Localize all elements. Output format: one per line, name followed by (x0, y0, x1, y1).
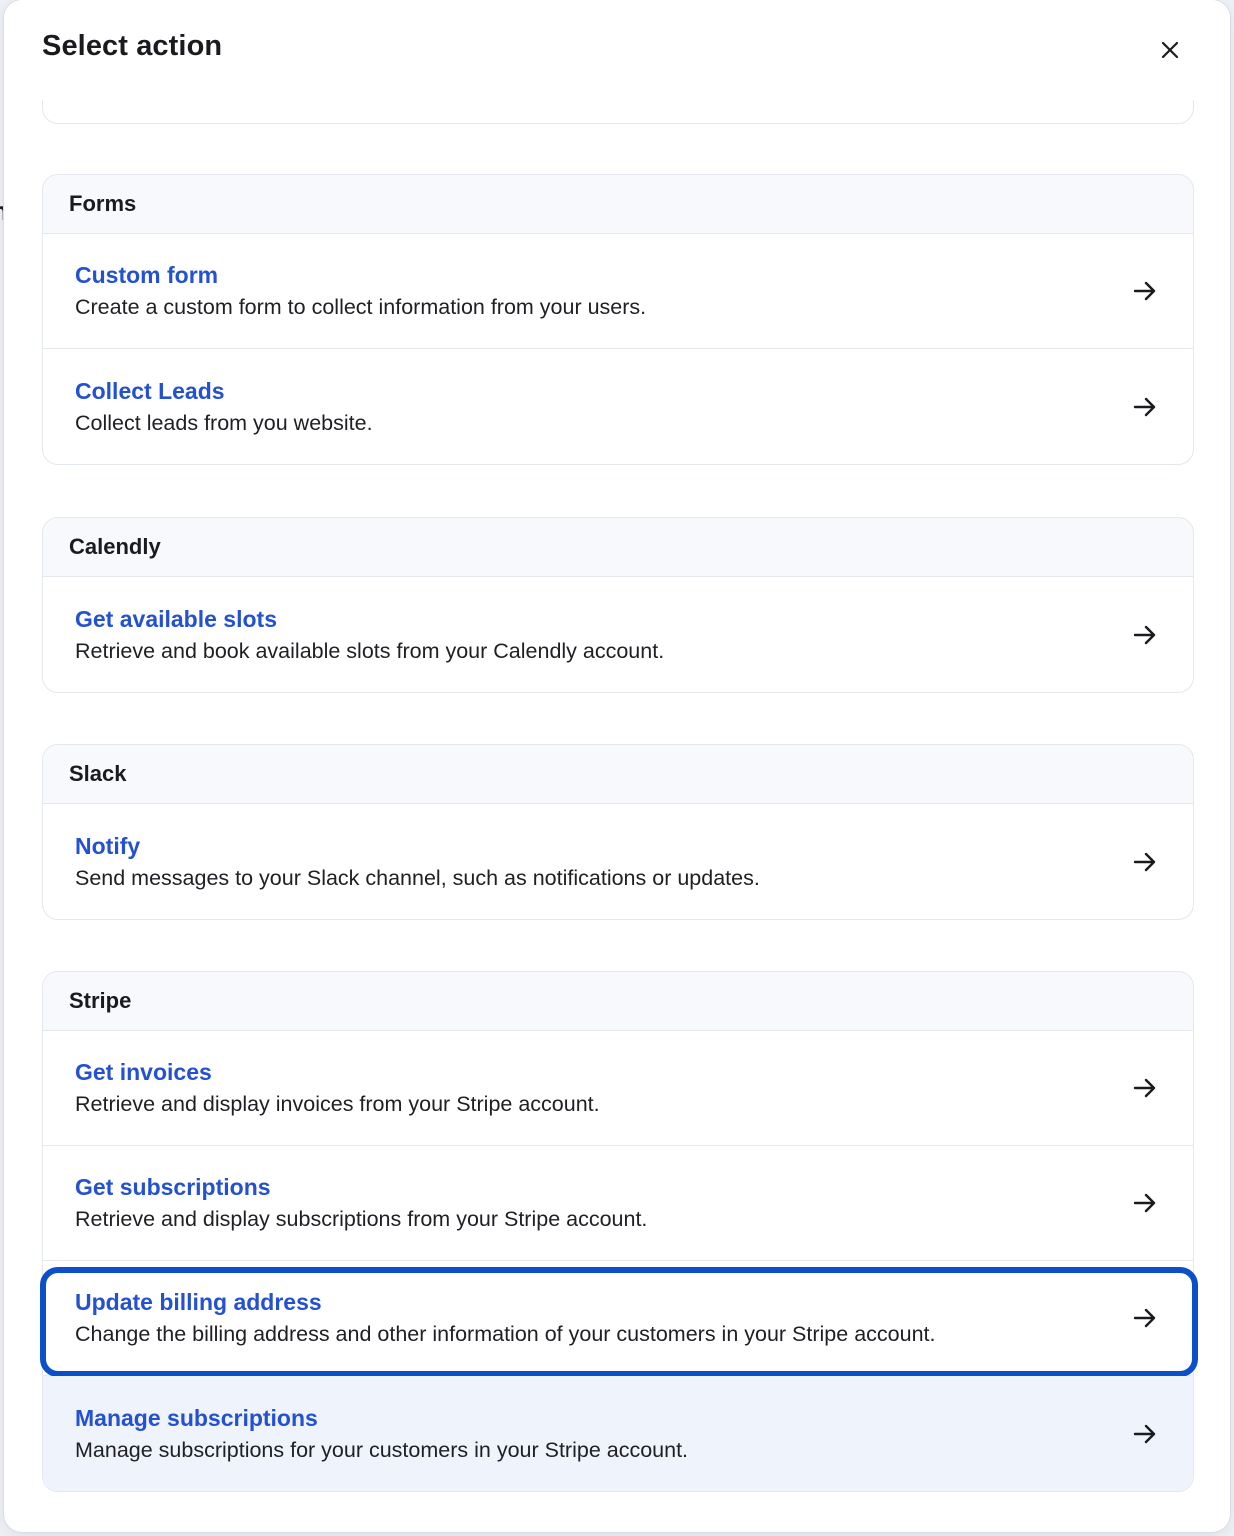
arrow-right-icon (1133, 1193, 1156, 1213)
action-item-update-billing-address[interactable]: Update billing address Change the billin… (40, 1261, 1198, 1377)
close-icon (1161, 41, 1179, 59)
action-description: Change the billing address and other inf… (75, 1322, 936, 1346)
action-item-custom-form[interactable]: Custom form Create a custom form to coll… (43, 234, 1193, 349)
action-description: Collect leads from you website. (75, 410, 373, 435)
arrow-right-icon (1133, 1308, 1156, 1328)
action-title: Update billing address (75, 1289, 322, 1315)
arrow-right-icon (1133, 852, 1156, 871)
action-description: Send messages to your Slack channel, suc… (75, 865, 760, 890)
action-title: Custom form (75, 262, 219, 288)
action-description: Manage subscriptions for your customers … (75, 1437, 689, 1462)
select-action-modal: Forms Custom form Create a custom form t… (4, 0, 1230, 1532)
action-item-manage-subscriptions[interactable]: Manage subscriptions Manage subscription… (43, 1376, 1193, 1491)
action-item-collect-leads[interactable]: Collect Leads Collect leads from you web… (43, 349, 1193, 464)
action-item-notify[interactable]: Notify Send messages to your Slack chann… (43, 804, 1193, 919)
group-header: Forms (43, 175, 1193, 234)
action-description: Retrieve and book available slots from y… (75, 638, 665, 663)
group-header: Slack (43, 745, 1193, 804)
modal-title: Select action (42, 30, 223, 62)
action-title: Get subscriptions (75, 1174, 271, 1200)
group-slack: Slack Notify Send messages to your Slack… (42, 744, 1194, 920)
arrow-right-icon (1133, 625, 1156, 644)
action-title: Get invoices (75, 1059, 212, 1085)
arrow-right-icon (1133, 1078, 1156, 1098)
modal-header: Select action (4, 0, 1230, 100)
action-item-get-invoices[interactable]: Get invoices Retrieve and display invoic… (43, 1031, 1193, 1146)
action-title: Collect Leads (75, 377, 225, 404)
arrow-right-icon (1133, 281, 1156, 301)
action-description: Retrieve and display invoices from your … (75, 1092, 600, 1116)
action-title: Notify (75, 832, 141, 859)
action-item-get-available-slots[interactable]: Get available slots Retrieve and book av… (43, 577, 1193, 692)
action-item-get-subscriptions[interactable]: Get subscriptions Retrieve and display s… (43, 1146, 1193, 1261)
close-button[interactable] (1150, 30, 1190, 70)
group-header: Stripe (43, 972, 1193, 1031)
action-description: Retrieve and display subscriptions from … (75, 1207, 648, 1231)
group-stripe: Stripe Get invoices Retrieve and display… (40, 971, 1198, 1492)
group-forms: Forms Custom form Create a custom form t… (42, 174, 1194, 465)
action-title: Manage subscriptions (75, 1404, 318, 1431)
group-header: Calendly (43, 518, 1193, 577)
action-list-scroll-area[interactable]: Forms Custom form Create a custom form t… (4, 0, 1230, 1532)
action-description: Create a custom form to collect informat… (75, 295, 647, 319)
action-title: Get available slots (75, 605, 277, 632)
group-calendly: Calendly Get available slots Retrieve an… (42, 517, 1194, 693)
arrow-right-icon (1133, 1424, 1156, 1443)
arrow-right-icon (1133, 397, 1156, 416)
